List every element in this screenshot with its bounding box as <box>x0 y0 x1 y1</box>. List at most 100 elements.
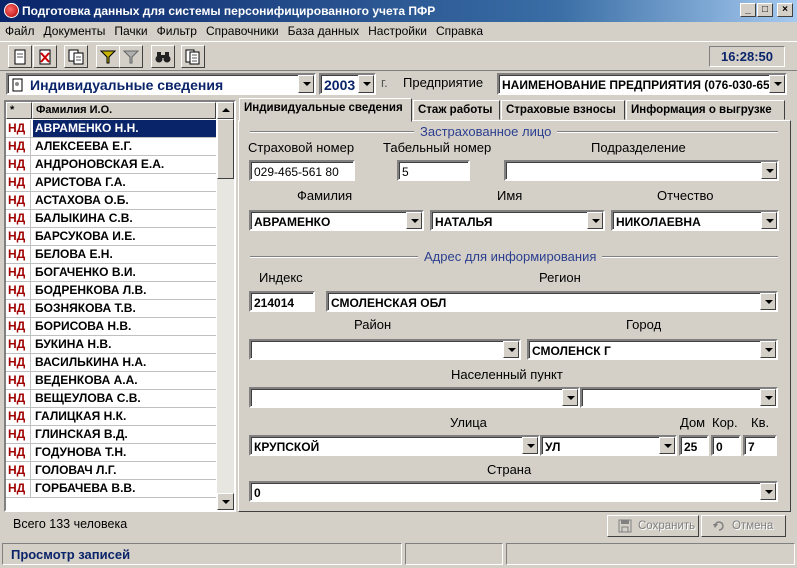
maximize-button[interactable]: □ <box>757 3 773 17</box>
locality-dropdown-button[interactable] <box>562 389 578 406</box>
city-dropdown-button[interactable] <box>760 341 776 358</box>
new-document-button[interactable] <box>8 45 32 68</box>
country-select[interactable]: 0 <box>249 481 778 502</box>
list-rows: НД АВРАМЕНКО Н.Н. НД АЛЕКСЕЕВА Е.Г. НД АНДРОН… <box>6 120 216 498</box>
scroll-up-button[interactable] <box>217 102 234 119</box>
district-label: Район <box>354 317 392 332</box>
district-select[interactable] <box>249 339 521 360</box>
delete-document-button[interactable] <box>33 45 57 68</box>
list-item[interactable]: НД БОДРЕНКОВА Л.В. <box>6 282 216 300</box>
kv-input[interactable]: 7 <box>743 435 777 456</box>
list-item[interactable]: НД АРИСТОВА Г.А. <box>6 174 216 192</box>
menu-database[interactable]: База данных <box>283 22 363 38</box>
enterprise-label: Предприятие <box>403 75 484 90</box>
list-item[interactable]: НД БУКИНА Н.В. <box>6 336 216 354</box>
patronymic-dropdown-button[interactable] <box>761 212 777 229</box>
pages-button[interactable] <box>181 45 205 68</box>
list-item[interactable]: НД ГАЛИЦКАЯ Н.К. <box>6 408 216 426</box>
menu-packs[interactable]: Пачки <box>109 22 151 38</box>
surname-dropdown-button[interactable] <box>406 212 422 229</box>
employee-list[interactable]: * Фамилия И.О. НД АВРАМЕНКО Н.Н. НД АЛЕКСЕЕ… <box>4 100 236 512</box>
menu-references[interactable]: Справочники <box>201 22 283 38</box>
country-label: Страна <box>487 462 532 477</box>
enterprise-dropdown-button[interactable] <box>769 75 785 93</box>
list-item[interactable]: НД АСТАХОВА О.Б. <box>6 192 216 210</box>
column-header-star[interactable]: * <box>6 102 32 119</box>
korp-input[interactable]: 0 <box>711 435 741 456</box>
department-select[interactable] <box>504 160 779 181</box>
department-dropdown-button[interactable] <box>761 162 777 179</box>
list-item[interactable]: НД БЕЛОВА Е.Н. <box>6 246 216 264</box>
filter-off-button[interactable] <box>119 45 143 68</box>
list-scrollbar[interactable] <box>217 102 234 510</box>
record-type: НД <box>6 282 31 299</box>
list-item[interactable]: НД БАРСУКОВА И.Е. <box>6 228 216 246</box>
menu-help[interactable]: Справка <box>431 22 487 38</box>
column-header-name[interactable]: Фамилия И.О. <box>32 102 216 119</box>
locality-type-select[interactable] <box>580 387 778 408</box>
list-item[interactable]: НД АВРАМЕНКО Н.Н. <box>6 120 216 138</box>
year-dropdown-button[interactable] <box>358 75 374 93</box>
menu-documents[interactable]: Документы <box>39 22 110 38</box>
region-select[interactable]: СМОЛЕНСКАЯ ОБЛ <box>326 291 778 312</box>
locality-select[interactable] <box>249 387 580 408</box>
find-button[interactable] <box>151 45 175 68</box>
street-type-select[interactable]: УЛ <box>540 435 677 456</box>
menu-file[interactable]: Файл <box>0 22 39 38</box>
city-select[interactable]: СМОЛЕНСК Г <box>527 339 778 360</box>
minimize-button[interactable]: _ <box>740 3 756 17</box>
list-item[interactable]: НД ГОЛОВАЧ Л.Г. <box>6 462 216 480</box>
status-panel-mode: Просмотр записей <box>2 543 402 565</box>
list-item[interactable]: НД БОРИСОВА Н.В. <box>6 318 216 336</box>
tab-number-input[interactable]: 5 <box>397 160 470 181</box>
index-input[interactable]: 214014 <box>249 291 315 312</box>
close-button[interactable]: × <box>777 3 793 17</box>
tab-upload-info[interactable]: Информация о выгрузке <box>626 100 785 120</box>
street-select[interactable]: КРУПСКОЙ <box>249 435 540 456</box>
name-dropdown-button[interactable] <box>587 212 603 229</box>
list-item[interactable]: НД БОЗНЯКОВА Т.В. <box>6 300 216 318</box>
list-item[interactable]: НД АЛЕКСЕЕВА Е.Г. <box>6 138 216 156</box>
menu-filter[interactable]: Фильтр <box>152 22 201 38</box>
menu-settings[interactable]: Настройки <box>363 22 431 38</box>
list-item[interactable]: НД АНДРОНОВСКАЯ Е.А. <box>6 156 216 174</box>
list-item[interactable]: НД БАЛЫКИНА С.В. <box>6 210 216 228</box>
list-item[interactable]: НД ГОДУНОВА Т.Н. <box>6 444 216 462</box>
tab-work-experience[interactable]: Стаж работы <box>413 100 500 120</box>
save-button[interactable]: Сохранить <box>607 515 699 537</box>
surname-select[interactable]: АВРАМЕНКО <box>249 210 424 231</box>
scroll-thumb[interactable] <box>217 119 234 179</box>
pages-icon <box>185 49 200 65</box>
enterprise-select[interactable]: НАИМЕНОВАНИЕ ПРЕДПРИЯТИЯ (076-030-654 <box>497 73 787 95</box>
copy-document-button[interactable] <box>64 45 88 68</box>
list-item[interactable]: НД ГОРБАЧЕВА В.В. <box>6 480 216 498</box>
employee-name: АСТАХОВА О.Б. <box>35 193 129 207</box>
country-dropdown-button[interactable] <box>760 483 776 500</box>
korp-label: Кор. <box>712 415 738 430</box>
doc-type-dropdown-button[interactable] <box>298 75 314 93</box>
name-select[interactable]: НАТАЛЬЯ <box>430 210 605 231</box>
list-item[interactable]: НД ВЕДЕНКОВА А.А. <box>6 372 216 390</box>
scroll-down-button[interactable] <box>217 493 234 510</box>
employee-name: АЛЕКСЕЕВА Е.Г. <box>35 139 133 153</box>
tab-individual-info[interactable]: Индивидуальные сведения <box>239 98 412 122</box>
list-item[interactable]: НД ВАСИЛЬКИНА Н.А. <box>6 354 216 372</box>
house-input[interactable]: 25 <box>679 435 709 456</box>
cancel-button[interactable]: Отмена <box>701 515 786 537</box>
year-select[interactable]: 2003 <box>319 73 376 95</box>
district-dropdown-button[interactable] <box>503 341 519 358</box>
list-item[interactable]: НД ВЕЩЕУЛОВА С.В. <box>6 390 216 408</box>
doc-type-select[interactable]: Индивидуальные сведения <box>6 73 316 95</box>
list-header: * Фамилия И.О. <box>6 102 216 119</box>
record-type: НД <box>6 174 31 191</box>
filter-button[interactable] <box>96 45 120 68</box>
street-type-dropdown-button[interactable] <box>659 437 675 454</box>
street-dropdown-button[interactable] <box>522 437 538 454</box>
locality-type-dropdown-button[interactable] <box>760 389 776 406</box>
snils-input[interactable]: 029-465-561 80 <box>249 160 355 181</box>
patronymic-select[interactable]: НИКОЛАЕВНА <box>611 210 779 231</box>
tab-insurance-contributions[interactable]: Страховые взносы <box>501 100 625 120</box>
list-item[interactable]: НД ГЛИНСКАЯ В.Д. <box>6 426 216 444</box>
region-dropdown-button[interactable] <box>760 293 776 310</box>
list-item[interactable]: НД БОГАЧЕНКО В.И. <box>6 264 216 282</box>
